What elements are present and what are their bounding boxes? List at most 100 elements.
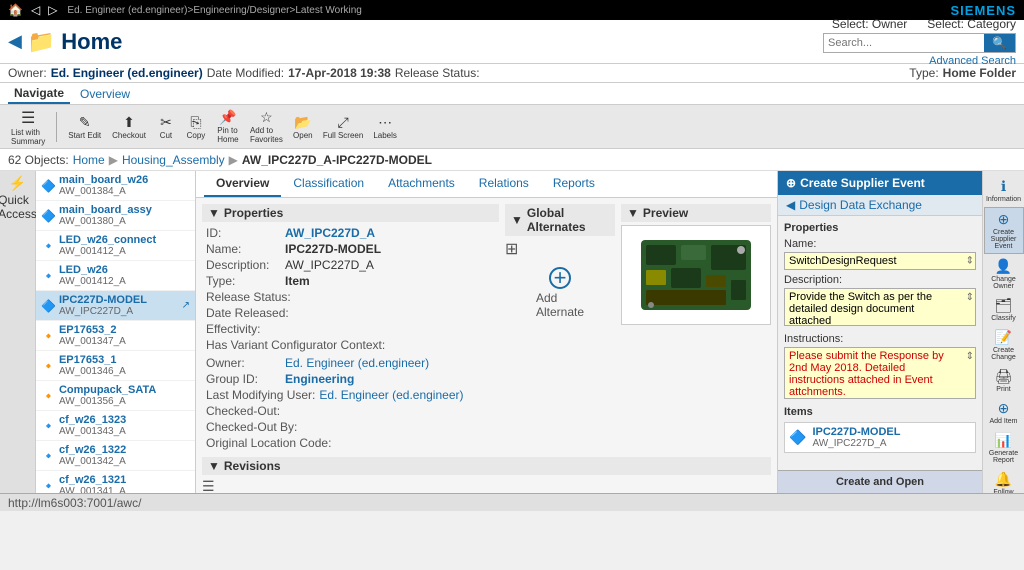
siemens-brand: SIEMENS	[950, 3, 1016, 18]
path-sep-1: ▶	[109, 153, 118, 167]
status-bar: http://lm6s003:7001/awc/	[0, 493, 1024, 511]
sidebar-item[interactable]: 🔹 cf_w26_1323AW_001343_A	[36, 411, 195, 441]
dde-header: ◀ Design Data Exchange	[778, 195, 982, 216]
sidebar-item[interactable]: 🔷 main_board_assyAW_001380_A	[36, 201, 195, 231]
sidebar-item[interactable]: 🔹 LED_w26AW_001412_A	[36, 261, 195, 291]
home-icon[interactable]: 🏠	[8, 3, 23, 17]
path-home[interactable]: Home	[73, 153, 105, 167]
list-summary-btn[interactable]: ☰ List withSummary	[6, 105, 50, 149]
fullscreen-icon: ⤢	[337, 114, 348, 131]
item-id: AW_001356_A	[59, 396, 156, 407]
start-edit-btn[interactable]: ✎ Start Edit	[63, 111, 106, 143]
sidebar-item[interactable]: 🔸 EP17653_1AW_001346_A	[36, 351, 195, 381]
content-tabs: Overview Classification Attachments Rela…	[196, 171, 777, 198]
tab-overview[interactable]: Overview	[204, 171, 281, 197]
path-housing[interactable]: Housing_Assembly	[122, 153, 225, 167]
description-input[interactable]: Provide the Switch as per the detailed d…	[784, 288, 976, 326]
add-alternate-btn[interactable]: + AddAlternate	[505, 267, 615, 319]
properties-header: ▼ Properties	[202, 204, 499, 222]
pin-home-btn[interactable]: 📌 Pin toHome	[212, 107, 244, 146]
revisions-section: ▼ Revisions ☰ OBJECT REVISION 🔷 AW_IPC22…	[196, 457, 777, 493]
list-summary-icon: ☰	[21, 108, 35, 128]
back-icon[interactable]: ◁	[31, 3, 40, 17]
forward-icon[interactable]: ▷	[48, 3, 57, 17]
change-owner-btn[interactable]: 👤 Change Owner	[984, 255, 1024, 293]
release-label: Release Status:	[395, 66, 480, 80]
item-icon: 🔹	[41, 449, 56, 463]
item-icon: 🔷	[41, 299, 56, 313]
labels-btn[interactable]: ⋯ Labels	[369, 112, 401, 142]
tab-navigate[interactable]: Navigate	[8, 84, 70, 104]
name-label: Name:	[784, 238, 976, 250]
follow-btn[interactable]: 🔔 Follow	[984, 468, 1024, 493]
dde-back-icon[interactable]: ◀	[786, 198, 795, 212]
checkout-icon: ⬆	[123, 114, 135, 131]
search-button[interactable]: 🔍	[984, 34, 1015, 52]
create-supplier-btn[interactable]: ⊕ Create Supplier Event	[984, 207, 1024, 254]
fullscreen-btn[interactable]: ⤢ Full Screen	[319, 112, 367, 142]
sidebar-item[interactable]: 🔷 main_board_w26AW_001384_A	[36, 171, 195, 201]
edit-icon: ✎	[79, 114, 91, 131]
open-icon: 📂	[294, 114, 311, 131]
date-label: Date Modified:	[207, 66, 284, 80]
classify-btn[interactable]: 🗂 Classify	[984, 294, 1024, 325]
add-item-btn[interactable]: ⊕ Add Item	[984, 397, 1024, 428]
cut-btn[interactable]: ✂ Cut	[152, 112, 180, 142]
main-area: ⚡ QuickAccess 🔷 main_board_w26AW_001384_…	[0, 171, 1024, 493]
item-icon: 🔹	[41, 479, 56, 493]
grid-icon[interactable]: ⊞	[505, 239, 615, 259]
sidebar-item[interactable]: 🔸 Compupack_SATAAW_001356_A	[36, 381, 195, 411]
create-open-btn[interactable]: Create and Open	[778, 470, 982, 493]
pin-icon: 📌	[219, 109, 236, 126]
print-icon: 🖨	[995, 368, 1013, 385]
global-alt-header: ▼ Global Alternates	[505, 204, 615, 236]
tab-relations[interactable]: Relations	[467, 171, 541, 197]
sidebar-item[interactable]: 🔹 cf_w26_1322AW_001342_A	[36, 441, 195, 471]
cut-icon: ✂	[160, 114, 172, 131]
item-icon: 🔹	[41, 239, 56, 253]
create-event-header: ⊕ Create Supplier Event	[778, 171, 982, 195]
checkout-btn[interactable]: ⬆ Checkout	[108, 112, 150, 142]
sidebar-item[interactable]: 🔸 EP17653_2AW_001347_A	[36, 321, 195, 351]
top-icons: 🏠 ◁ ▷	[8, 3, 57, 17]
quick-access-btn[interactable]: ⚡ QuickAccess	[0, 175, 37, 221]
add-favorites-btn[interactable]: ☆ Add toFavorites	[246, 107, 287, 146]
item-id: AW_001412_A	[59, 246, 156, 257]
item-name: cf_w26_1322	[59, 444, 126, 456]
sidebar-item-selected[interactable]: 🔷 IPC227D-MODELAW_IPC227D_A ↗	[36, 291, 195, 321]
tab-classification[interactable]: Classification	[281, 171, 376, 197]
right-icons-column: ℹ Information ⊕ Create Supplier Event 👤 …	[982, 171, 1024, 493]
item-name: cf_w26_1321	[59, 474, 126, 486]
name-input[interactable]	[784, 252, 976, 270]
print-btn[interactable]: 🖨 Print	[984, 365, 1024, 396]
search-input[interactable]	[824, 34, 984, 52]
tab-reports[interactable]: Reports	[541, 171, 607, 197]
copy-btn[interactable]: ⎘ Copy	[182, 112, 210, 142]
item-id: AW_001380_A	[59, 216, 152, 227]
follow-icon: 🔔	[995, 471, 1012, 488]
item-name: EP17653_2	[59, 324, 126, 336]
open-btn[interactable]: 📂 Open	[289, 112, 317, 142]
item-row[interactable]: 🔷 IPC227D-MODEL AW_IPC227D_A	[784, 422, 976, 453]
instructions-input[interactable]: Please submit the Response by 2nd May 20…	[784, 347, 976, 399]
back-nav-btn[interactable]: ◀	[8, 31, 22, 52]
info-btn[interactable]: ℹ Information	[984, 175, 1024, 206]
advanced-search-link[interactable]: Advanced Search	[929, 55, 1016, 67]
right-content: Properties Name: ⇕ Description: Provide …	[778, 216, 982, 470]
copy-icon: ⎘	[190, 114, 201, 131]
items-section: Items 🔷 IPC227D-MODEL AW_IPC227D_A	[784, 406, 976, 453]
owner-value: Ed. Engineer (ed.engineer)	[51, 66, 203, 80]
sidebar-item[interactable]: 🔹 cf_w26_1321AW_001341_A	[36, 471, 195, 493]
open-new-icon[interactable]: ↗	[182, 300, 190, 311]
sidebar-item[interactable]: 🔹 LED_w26_connectAW_001412_A	[36, 231, 195, 261]
item-id: AW_001384_A	[59, 186, 148, 197]
search-box: 🔍	[823, 33, 1016, 53]
tab-overview[interactable]: Overview	[74, 85, 136, 103]
tab-attachments[interactable]: Attachments	[376, 171, 467, 197]
path-bar: 62 Objects: Home ▶ Housing_Assembly ▶ AW…	[0, 149, 1024, 171]
create-change-btn[interactable]: 📝 Create Change	[984, 326, 1024, 364]
quick-access-icon: ⚡	[9, 175, 26, 192]
generate-report-btn[interactable]: 📊 Generate Report	[984, 429, 1024, 467]
item-icon: 🔷	[41, 179, 56, 193]
right-panel: ⊕ Create Supplier Event ◀ Design Data Ex…	[777, 171, 982, 493]
